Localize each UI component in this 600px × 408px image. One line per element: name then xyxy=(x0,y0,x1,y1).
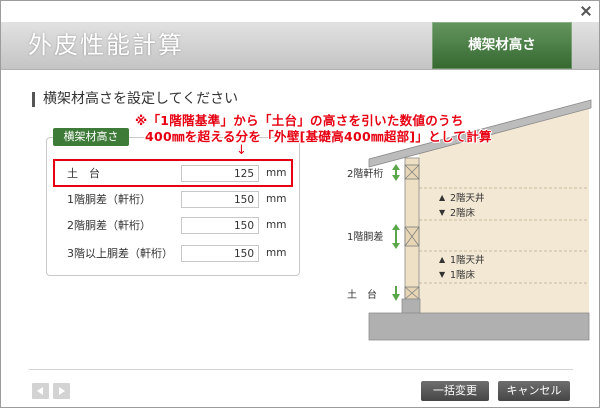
3f-plus-girth-label: 3階以上胴差（軒桁） xyxy=(67,247,173,260)
section-heading-bar xyxy=(32,92,35,107)
tab-beam-height[interactable]: 横架材高さ xyxy=(432,22,572,69)
sill-beam-label: 土 台 xyxy=(347,288,377,301)
sill-arrow-head-down xyxy=(392,294,400,301)
annotation-line-2: 400㎜を超える分を「外壁[基礎高400㎜超部]」として計算 xyxy=(145,129,492,144)
unit-label: mm xyxy=(266,219,287,231)
3f-plus-girth-height-input[interactable] xyxy=(181,245,259,262)
down-arrow-icon xyxy=(392,286,400,301)
next-button[interactable] xyxy=(53,383,70,399)
girth-arrow-head-down xyxy=(392,243,400,249)
prev-arrow-icon xyxy=(37,387,43,395)
annotation-line-1: ※「1階階基準」から「土台」の高さを引いた数値のうち xyxy=(135,113,464,128)
unit-label: mm xyxy=(266,193,287,205)
1f-girth-height-input[interactable] xyxy=(181,191,259,208)
next-arrow-icon xyxy=(59,387,65,395)
girth-beam-label: 1階胴差 xyxy=(347,230,383,243)
eave-arrow-head-down xyxy=(392,175,400,181)
eave-beam xyxy=(404,164,420,180)
annotation-arrow-icon: ↓ xyxy=(236,143,248,158)
cancel-button[interactable]: キャンセル xyxy=(498,381,570,401)
level-marker-2f-floor: ▼ xyxy=(439,208,446,217)
foundation-slab xyxy=(368,312,590,341)
unit-label: mm xyxy=(266,247,287,259)
sill-beam xyxy=(404,286,420,300)
level-label-1f-floor: 1階床 xyxy=(450,269,476,281)
header-bar: 外皮性能計算 横架材高さ xyxy=(1,22,599,70)
sill-height-input[interactable] xyxy=(181,165,259,182)
panel-label: 横架材高さ xyxy=(53,128,129,146)
2f-girth-label: 2階胴差（軒桁） xyxy=(67,219,151,232)
double-arrow-icon xyxy=(392,224,400,249)
prev-button[interactable] xyxy=(32,383,49,399)
3f-plus-girth-row: 3階以上胴差（軒桁） mm xyxy=(46,245,300,262)
girth-arrow-head-up xyxy=(392,224,400,230)
1f-girth-row: 1階胴差（軒桁） mm xyxy=(46,191,300,208)
sill-row: 土 台 mm xyxy=(46,165,300,182)
girth-beam xyxy=(404,226,420,247)
footer-divider xyxy=(29,369,573,370)
sill-label: 土 台 xyxy=(67,167,100,180)
2f-girth-height-input[interactable] xyxy=(181,217,259,234)
level-marker-1f-floor: ▼ xyxy=(439,270,446,279)
foundation-stem xyxy=(401,298,421,314)
2f-girth-row: 2階胴差（軒桁） mm xyxy=(46,217,300,234)
eave-arrow-head-up xyxy=(392,164,400,170)
close-icon[interactable] xyxy=(578,3,594,19)
level-marker-2f-ceiling: ▲ xyxy=(439,193,446,202)
dialog-window: 外皮性能計算 横架材高さ 横架材高さを設定してください 横架材高さ 土 台 mm… xyxy=(0,0,600,408)
level-marker-1f-ceiling: ▲ xyxy=(439,255,446,264)
level-label-2f-floor: 2階床 xyxy=(450,207,476,219)
page-title: 外皮性能計算 xyxy=(28,31,184,59)
bulk-change-button[interactable]: 一括変更 xyxy=(421,381,489,401)
double-arrow-icon xyxy=(392,164,400,181)
level-label-1f-ceiling: 1階天井 xyxy=(450,254,485,266)
level-label-2f-ceiling: 2階天井 xyxy=(450,192,485,204)
section-heading: 横架材高さを設定してください xyxy=(43,91,239,107)
eave-beam-label: 2階軒桁 xyxy=(347,167,383,180)
1f-girth-label: 1階胴差（軒桁） xyxy=(67,193,151,206)
unit-label: mm xyxy=(266,167,287,179)
